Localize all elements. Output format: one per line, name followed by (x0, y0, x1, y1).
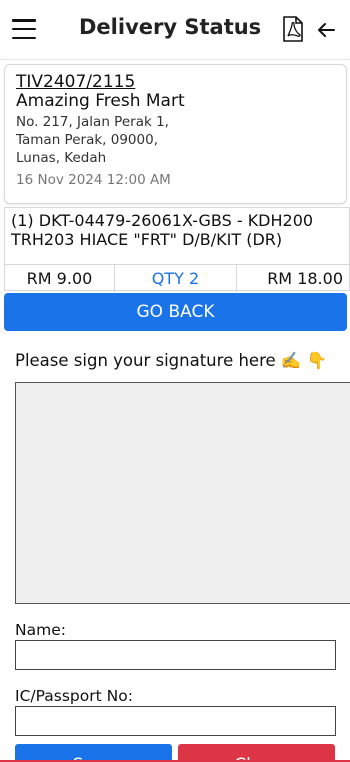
name-input[interactable] (15, 640, 336, 670)
menu-bar-line (12, 19, 36, 22)
item-unit-price: RM 9.00 (5, 265, 115, 292)
signature-prompt: Please sign your signature here ✍️ 👇 (15, 351, 328, 370)
item-description: (1) DKT-04479-26061X-GBS - KDH200 TRH203… (11, 211, 314, 249)
address-line: Taman Perak, 09000, (16, 132, 158, 148)
invoice-date: 16 Nov 2024 12:00 AM (16, 172, 171, 188)
hamburger-menu-icon[interactable] (12, 19, 36, 39)
app-bar: Delivery Status (0, 0, 350, 60)
item-card: (1) DKT-04479-26061X-GBS - KDH200 TRH203… (4, 207, 350, 292)
name-label: Name: (15, 621, 66, 639)
address-line: No. 217, Jalan Perak 1, (16, 114, 169, 130)
invoice-number-link[interactable]: TIV2407/2115 (16, 72, 335, 92)
arrow-left-icon[interactable] (314, 18, 338, 42)
menu-bar-line (12, 27, 36, 31)
item-total-price: RM 18.00 (267, 269, 343, 288)
invoice-card: TIV2407/2115 Amazing Fresh Mart No. 217,… (4, 64, 347, 204)
store-name: Amazing Fresh Mart (16, 91, 185, 111)
signature-pad[interactable] (15, 382, 350, 604)
ic-passport-label: IC/Passport No: (15, 687, 133, 705)
page-title: Delivery Status (79, 15, 262, 39)
item-summary-row: RM 9.00 QTY 2 RM 18.00 (5, 264, 349, 292)
address-line: Lunas, Kedah (16, 150, 107, 166)
item-quantity[interactable]: QTY 2 (115, 265, 237, 292)
go-back-button[interactable]: GO BACK (4, 293, 347, 331)
store-address: No. 217, Jalan Perak 1, Taman Perak, 090… (16, 113, 335, 167)
ic-passport-input[interactable] (15, 706, 336, 736)
menu-bar-line (12, 36, 36, 39)
pdf-file-icon[interactable] (282, 16, 304, 42)
